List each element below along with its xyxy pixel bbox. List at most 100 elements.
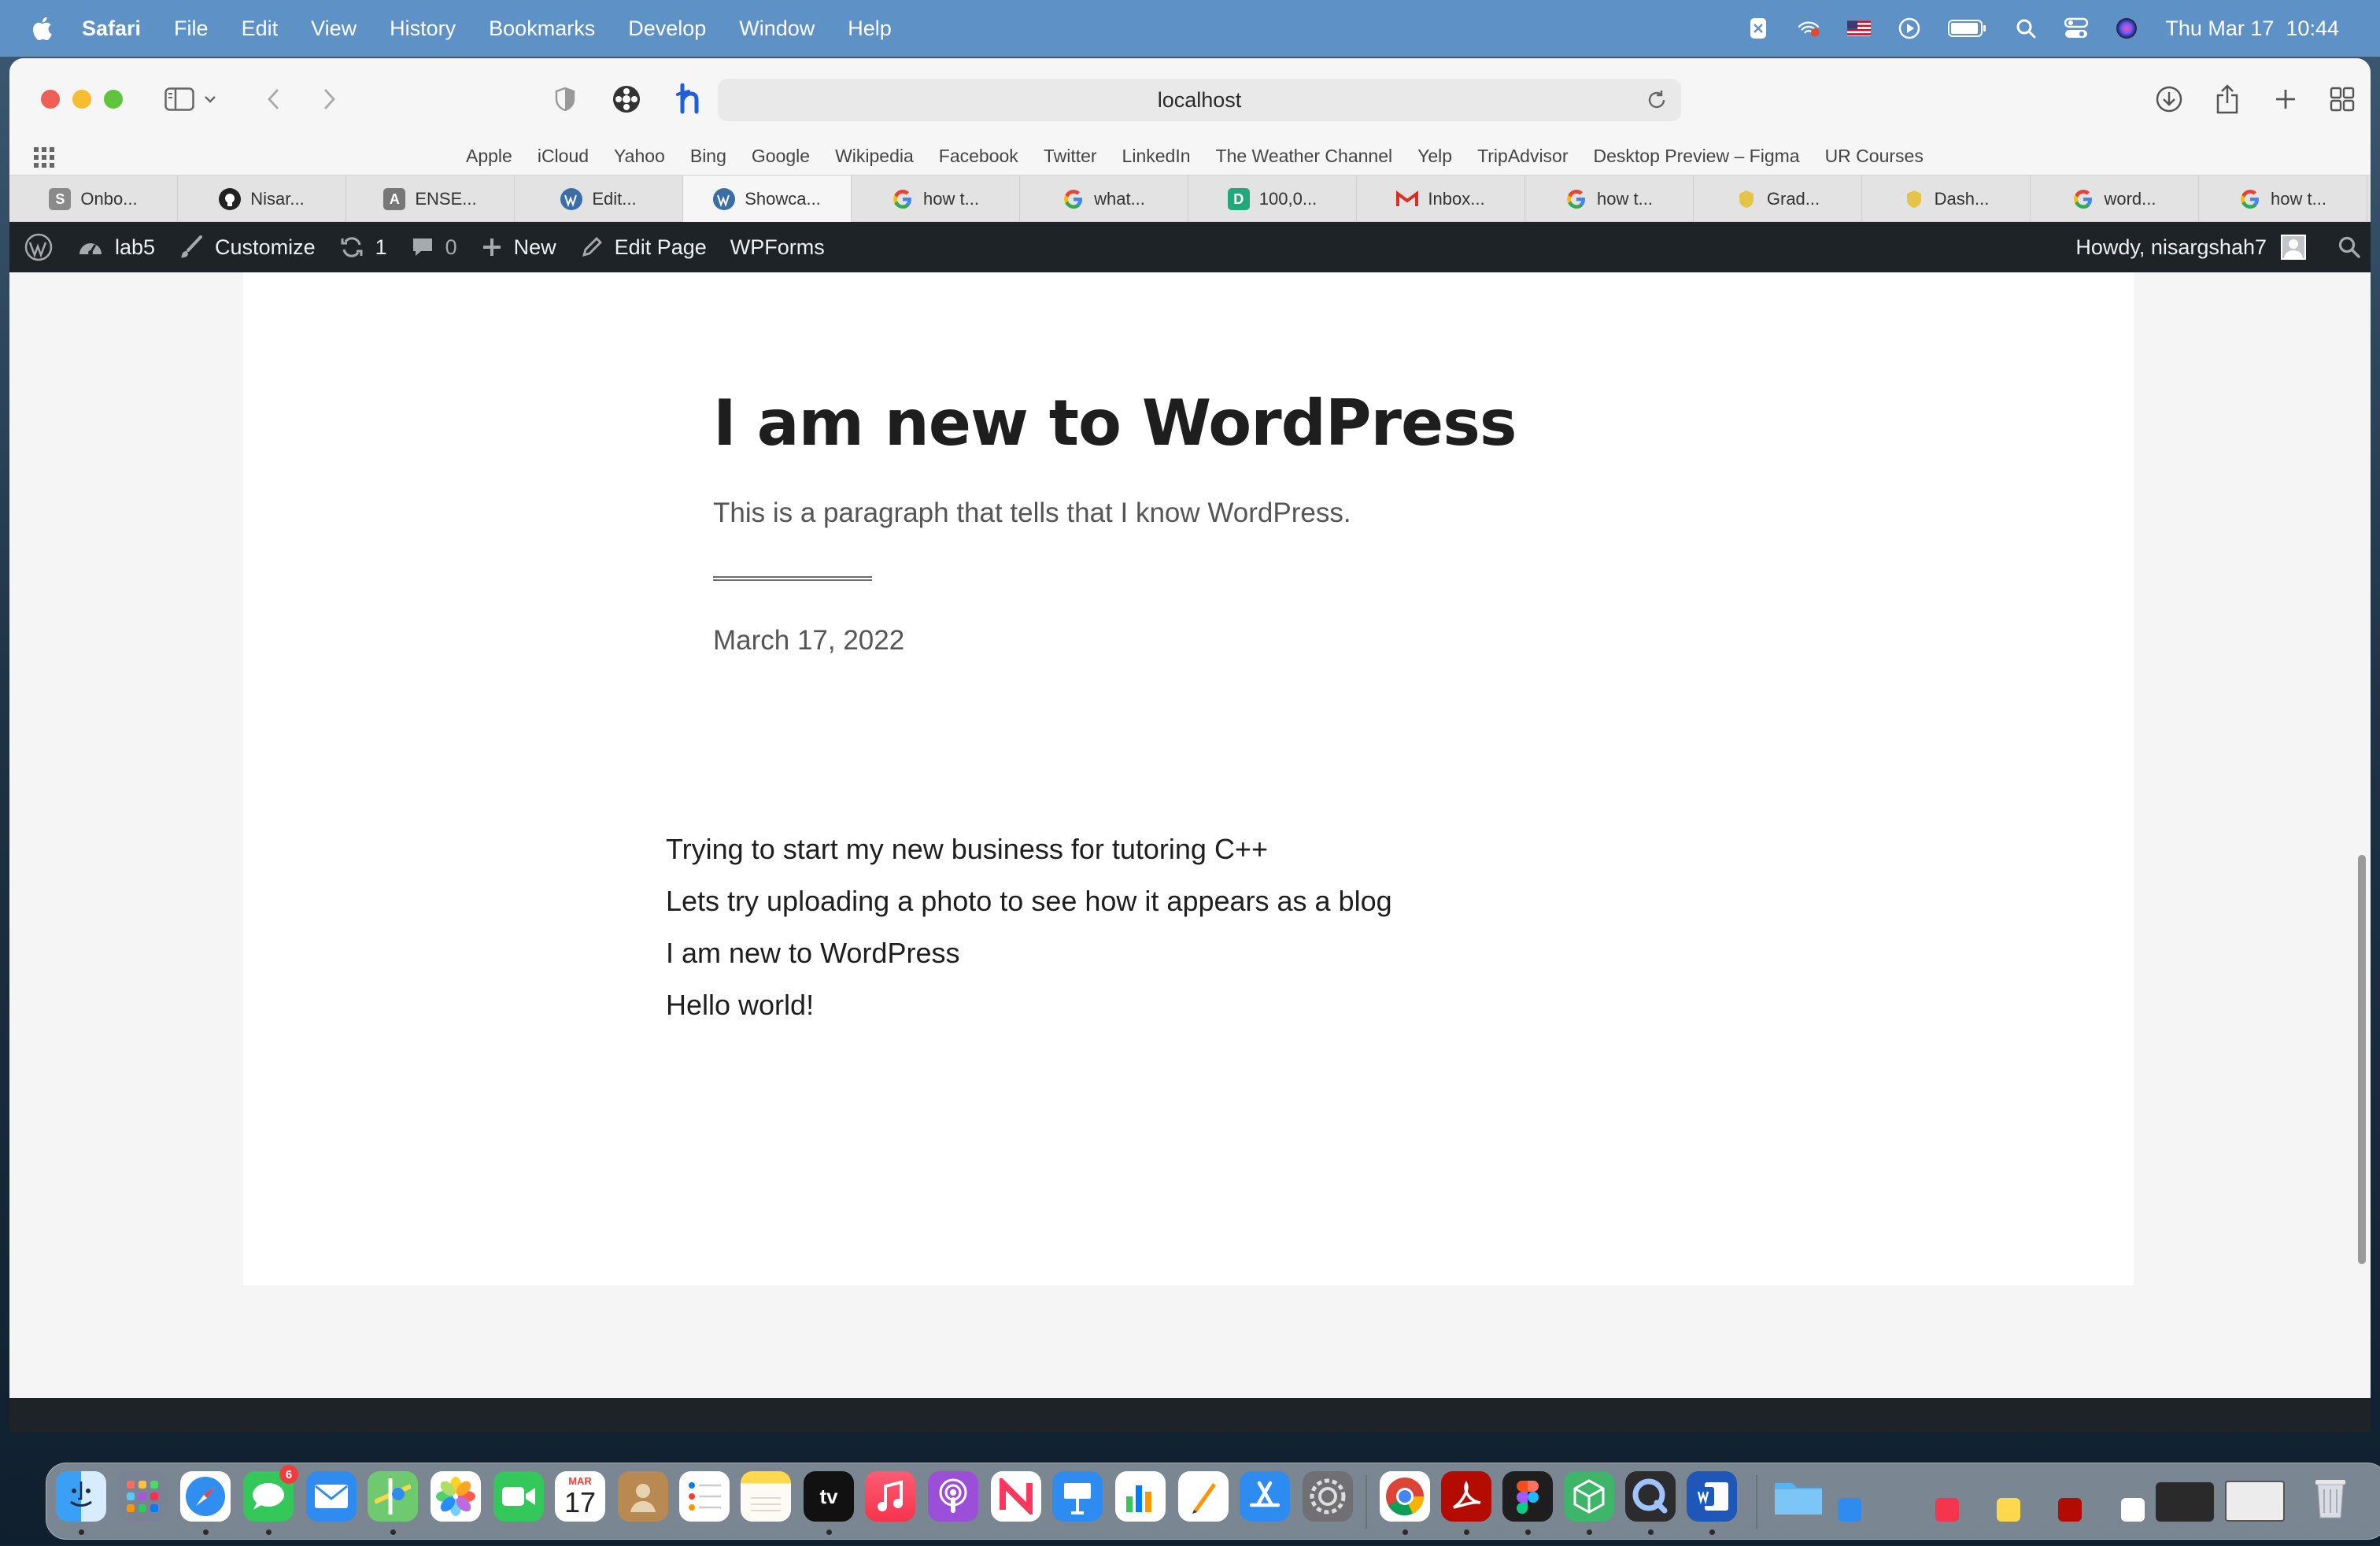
wp-wpforms[interactable]: WPForms xyxy=(730,235,825,260)
post-date[interactable]: March 17, 2022 xyxy=(713,625,904,656)
new-tab-icon[interactable] xyxy=(2265,79,2306,120)
minimized-notes-icon[interactable] xyxy=(1997,1498,2020,1522)
minimized-music-icon[interactable] xyxy=(1935,1498,1959,1522)
launchpad-icon[interactable] xyxy=(117,1471,168,1522)
favorite-tripadvisor[interactable]: TripAdvisor xyxy=(1477,146,1568,167)
menu-edit[interactable]: Edit xyxy=(242,17,279,41)
menu-history[interactable]: History xyxy=(390,17,456,41)
extension-icon[interactable] xyxy=(1746,17,1770,40)
podcasts-icon[interactable] xyxy=(928,1471,978,1522)
zoom-window-button[interactable] xyxy=(104,90,123,109)
browser-tab[interactable]: Dash... xyxy=(1862,176,2031,223)
vertical-scrollbar[interactable] xyxy=(2358,855,2366,1264)
share-icon[interactable] xyxy=(2207,79,2248,120)
menu-help[interactable]: Help xyxy=(848,17,892,41)
favorite-apple[interactable]: Apple xyxy=(466,146,512,167)
keynote-icon[interactable] xyxy=(1052,1471,1103,1522)
forward-icon[interactable] xyxy=(309,79,349,120)
browser-tab[interactable]: how t... xyxy=(2199,176,2367,223)
music-icon[interactable] xyxy=(865,1471,915,1522)
privacy-shield-icon[interactable] xyxy=(545,79,586,120)
browser-tab[interactable]: Nisar... xyxy=(178,176,346,223)
apple-menu-icon[interactable] xyxy=(31,17,52,40)
apple-tv-icon[interactable]: tv xyxy=(804,1471,854,1522)
menu-view[interactable]: View xyxy=(311,17,357,41)
honey-extension-icon[interactable] xyxy=(669,79,710,120)
browser-tab[interactable]: how t... xyxy=(1525,176,1694,223)
wp-comments[interactable]: 0 xyxy=(411,235,457,260)
quicktime-icon[interactable] xyxy=(1625,1471,1676,1522)
wp-new-content[interactable]: New xyxy=(481,235,556,260)
favorite-yahoo[interactable]: Yahoo xyxy=(614,146,665,167)
favorite-weather-channel[interactable]: The Weather Channel xyxy=(1216,146,1393,167)
figma-icon[interactable] xyxy=(1502,1471,1553,1522)
favorite-bing[interactable]: Bing xyxy=(690,146,726,167)
flag-icon[interactable] xyxy=(1847,17,1872,40)
reload-icon[interactable] xyxy=(1645,88,1669,112)
favorite-facebook[interactable]: Facebook xyxy=(939,146,1018,167)
system-preferences-icon[interactable] xyxy=(1303,1471,1353,1522)
control-center-icon[interactable] xyxy=(2064,17,2089,40)
wp-site-menu[interactable]: lab5 xyxy=(77,235,155,260)
wp-search-icon[interactable] xyxy=(2338,235,2361,259)
chrome-icon[interactable] xyxy=(1380,1471,1430,1522)
favorite-figma[interactable]: Desktop Preview – Figma xyxy=(1594,146,1800,167)
tab-overview-icon[interactable] xyxy=(2322,79,2363,120)
menu-bookmarks[interactable]: Bookmarks xyxy=(489,17,595,41)
address-bar[interactable]: localhost xyxy=(718,79,1681,121)
play-icon[interactable] xyxy=(1898,17,1921,40)
browser-tab[interactable]: Grad... xyxy=(1694,176,1862,223)
numbers-icon[interactable] xyxy=(1115,1471,1166,1522)
latest-post-link[interactable]: Hello world! xyxy=(666,979,1392,1031)
acrobat-icon[interactable] xyxy=(1441,1471,1491,1522)
minimized-finder-icon[interactable] xyxy=(1838,1498,1861,1522)
wp-updates[interactable]: 1 xyxy=(339,235,387,260)
wp-edit-page[interactable]: Edit Page xyxy=(580,235,707,260)
wp-customize[interactable]: Customize xyxy=(179,235,316,260)
apps-grid-icon[interactable] xyxy=(33,146,55,168)
minimized-window-thumbnail[interactable] xyxy=(2156,1482,2214,1522)
browser-tab[interactable]: Showca... xyxy=(683,176,852,223)
browser-tab[interactable]: how t... xyxy=(852,176,1020,223)
menu-app-name[interactable]: Safari xyxy=(82,17,141,41)
app-store-icon[interactable] xyxy=(1240,1471,1290,1522)
spotlight-icon[interactable] xyxy=(2014,17,2038,40)
menubar-clock[interactable]: Thu Mar 17 10:44 xyxy=(2165,17,2339,41)
trash-icon[interactable] xyxy=(2305,1471,2356,1522)
browser-tab[interactable]: Inbox... xyxy=(1357,176,1525,223)
reminders-icon[interactable] xyxy=(679,1471,730,1522)
sidebar-toggle-icon[interactable] xyxy=(159,79,200,120)
browser-tab[interactable]: A ENSE... xyxy=(346,176,515,223)
wifi-icon[interactable] xyxy=(1797,17,1820,40)
minimized-acrobat-icon[interactable] xyxy=(2058,1498,2082,1522)
latest-post-link[interactable]: Lets try uploading a photo to see how it… xyxy=(666,875,1392,927)
calendar-icon[interactable]: MAR 17 xyxy=(555,1471,605,1522)
minimize-window-button[interactable] xyxy=(72,90,91,109)
favorite-icloud[interactable]: iCloud xyxy=(538,146,589,167)
contacts-icon[interactable] xyxy=(618,1471,668,1522)
favorite-twitter[interactable]: Twitter xyxy=(1044,146,1097,167)
messages-icon[interactable]: 6 xyxy=(243,1465,298,1522)
photos-icon[interactable] xyxy=(431,1471,481,1522)
extension-cross-icon[interactable] xyxy=(606,79,647,120)
notes-icon[interactable] xyxy=(741,1471,791,1522)
minimized-chrome-icon[interactable] xyxy=(2121,1498,2145,1522)
wp-logo-menu[interactable] xyxy=(24,232,54,262)
news-icon[interactable] xyxy=(991,1471,1041,1522)
safari-icon[interactable] xyxy=(180,1471,231,1522)
browser-tab[interactable]: what... xyxy=(1020,176,1188,223)
menu-window[interactable]: Window xyxy=(739,17,815,41)
pages-icon[interactable] xyxy=(1178,1471,1229,1522)
menu-file[interactable]: File xyxy=(174,17,209,41)
browser-tab[interactable]: word... xyxy=(2031,176,2199,223)
back-icon[interactable] xyxy=(253,79,294,120)
favorite-google[interactable]: Google xyxy=(752,146,810,167)
downloads-icon[interactable] xyxy=(2149,79,2190,120)
favorite-wikipedia[interactable]: Wikipedia xyxy=(835,146,914,167)
latest-post-link[interactable]: I am new to WordPress xyxy=(666,927,1392,979)
minimized-browser-thumbnail[interactable] xyxy=(2225,1481,2285,1522)
siri-icon[interactable] xyxy=(2115,17,2138,40)
word-icon[interactable] xyxy=(1687,1471,1737,1522)
folder-icon[interactable] xyxy=(1773,1471,1824,1522)
battery-icon[interactable] xyxy=(1948,17,1987,40)
